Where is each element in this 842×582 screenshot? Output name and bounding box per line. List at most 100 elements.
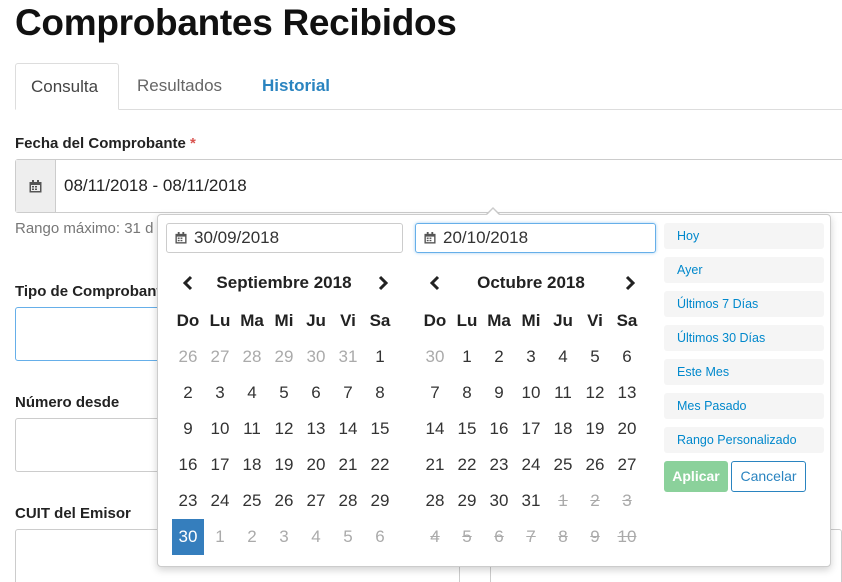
day-cell[interactable]: 27 [300, 483, 332, 519]
day-cell[interactable]: 5 [579, 339, 611, 375]
day-cell[interactable]: 27 [611, 447, 643, 483]
day-cell[interactable]: 16 [483, 411, 515, 447]
day-cell[interactable]: 11 [236, 411, 268, 447]
day-cell[interactable]: 25 [236, 483, 268, 519]
day-cell[interactable]: 18 [236, 447, 268, 483]
day-cell[interactable]: 23 [483, 447, 515, 483]
range-ultimos-30[interactable]: Últimos 30 Días [664, 325, 824, 351]
day-cell[interactable]: 20 [611, 411, 643, 447]
start-date-input[interactable]: 30/09/2018 [166, 223, 403, 253]
day-cell[interactable]: 21 [419, 447, 451, 483]
day-cell[interactable]: 6 [300, 375, 332, 411]
day-cell[interactable]: 14 [332, 411, 364, 447]
next-month-icon-left[interactable] [372, 271, 394, 295]
day-cell[interactable]: 22 [364, 447, 396, 483]
tipo-select[interactable] [15, 307, 160, 361]
day-cell[interactable]: 13 [611, 375, 643, 411]
day-cell[interactable]: 26 [268, 483, 300, 519]
day-cell[interactable]: 24 [515, 447, 547, 483]
calendar-icon[interactable] [16, 160, 56, 212]
day-cell[interactable]: 19 [579, 411, 611, 447]
apply-button[interactable]: Aplicar [664, 461, 728, 492]
tab-historial[interactable]: Historial [247, 63, 345, 110]
day-cell[interactable]: 7 [332, 375, 364, 411]
cancel-button[interactable]: Cancelar [731, 461, 806, 492]
day-cell[interactable]: 9 [579, 519, 611, 555]
day-cell[interactable]: 30 [483, 483, 515, 519]
day-cell[interactable]: 3 [611, 483, 643, 519]
day-cell[interactable]: 14 [419, 411, 451, 447]
day-cell[interactable]: 15 [364, 411, 396, 447]
day-cell[interactable]: 30 [300, 339, 332, 375]
day-cell[interactable]: 10 [515, 375, 547, 411]
day-cell[interactable]: 31 [515, 483, 547, 519]
range-este-mes[interactable]: Este Mes [664, 359, 824, 385]
day-cell[interactable]: 4 [419, 519, 451, 555]
day-cell[interactable]: 9 [483, 375, 515, 411]
day-cell[interactable]: 9 [172, 411, 204, 447]
day-cell[interactable]: 6 [364, 519, 396, 555]
day-cell[interactable]: 28 [419, 483, 451, 519]
day-cell[interactable]: 28 [332, 483, 364, 519]
day-cell[interactable]: 3 [204, 375, 236, 411]
numero-desde-input[interactable] [15, 418, 160, 472]
day-cell[interactable]: 5 [451, 519, 483, 555]
day-cell[interactable]: 12 [579, 375, 611, 411]
day-cell[interactable]: 5 [332, 519, 364, 555]
day-cell[interactable]: 12 [268, 411, 300, 447]
day-cell[interactable]: 22 [451, 447, 483, 483]
day-cell[interactable]: 1 [547, 483, 579, 519]
day-cell[interactable]: 20 [300, 447, 332, 483]
day-cell[interactable]: 17 [515, 411, 547, 447]
day-cell[interactable]: 29 [364, 483, 396, 519]
day-cell[interactable]: 2 [172, 375, 204, 411]
day-cell[interactable]: 8 [547, 519, 579, 555]
end-date-input[interactable]: 20/10/2018 [415, 223, 656, 253]
range-ultimos-7[interactable]: Últimos 7 Días [664, 291, 824, 317]
day-cell[interactable]: 1 [451, 339, 483, 375]
day-cell[interactable]: 10 [611, 519, 643, 555]
day-cell[interactable]: 30 [172, 519, 204, 555]
day-cell[interactable]: 3 [515, 339, 547, 375]
day-cell[interactable]: 31 [332, 339, 364, 375]
day-cell[interactable]: 8 [451, 375, 483, 411]
day-cell[interactable]: 6 [483, 519, 515, 555]
day-cell[interactable]: 24 [204, 483, 236, 519]
day-cell[interactable]: 2 [579, 483, 611, 519]
day-cell[interactable]: 4 [547, 339, 579, 375]
range-personalizado[interactable]: Rango Personalizado [664, 427, 824, 453]
day-cell[interactable]: 18 [547, 411, 579, 447]
day-cell[interactable]: 28 [236, 339, 268, 375]
day-cell[interactable]: 23 [172, 483, 204, 519]
day-cell[interactable]: 26 [172, 339, 204, 375]
day-cell[interactable]: 2 [483, 339, 515, 375]
day-cell[interactable]: 4 [300, 519, 332, 555]
day-cell[interactable]: 15 [451, 411, 483, 447]
day-cell[interactable]: 8 [364, 375, 396, 411]
tab-resultados[interactable]: Resultados [122, 63, 237, 110]
range-ayer[interactable]: Ayer [664, 257, 824, 283]
day-cell[interactable]: 5 [268, 375, 300, 411]
day-cell[interactable]: 11 [547, 375, 579, 411]
range-hoy[interactable]: Hoy [664, 223, 824, 249]
day-cell[interactable]: 6 [611, 339, 643, 375]
day-cell[interactable]: 2 [236, 519, 268, 555]
day-cell[interactable]: 4 [236, 375, 268, 411]
day-cell[interactable]: 29 [268, 339, 300, 375]
day-cell[interactable]: 13 [300, 411, 332, 447]
day-cell[interactable]: 19 [268, 447, 300, 483]
day-cell[interactable]: 27 [204, 339, 236, 375]
day-cell[interactable]: 3 [268, 519, 300, 555]
day-cell[interactable]: 21 [332, 447, 364, 483]
day-cell[interactable]: 10 [204, 411, 236, 447]
range-mes-pasado[interactable]: Mes Pasado [664, 393, 824, 419]
tab-consulta[interactable]: Consulta [15, 63, 119, 110]
day-cell[interactable]: 17 [204, 447, 236, 483]
date-range-field[interactable]: 08/11/2018 - 08/11/2018 [15, 159, 842, 213]
day-cell[interactable]: 26 [579, 447, 611, 483]
day-cell[interactable]: 7 [515, 519, 547, 555]
day-cell[interactable]: 16 [172, 447, 204, 483]
date-range-value[interactable]: 08/11/2018 - 08/11/2018 [64, 160, 247, 212]
day-cell[interactable]: 25 [547, 447, 579, 483]
day-cell[interactable]: 30 [419, 339, 451, 375]
